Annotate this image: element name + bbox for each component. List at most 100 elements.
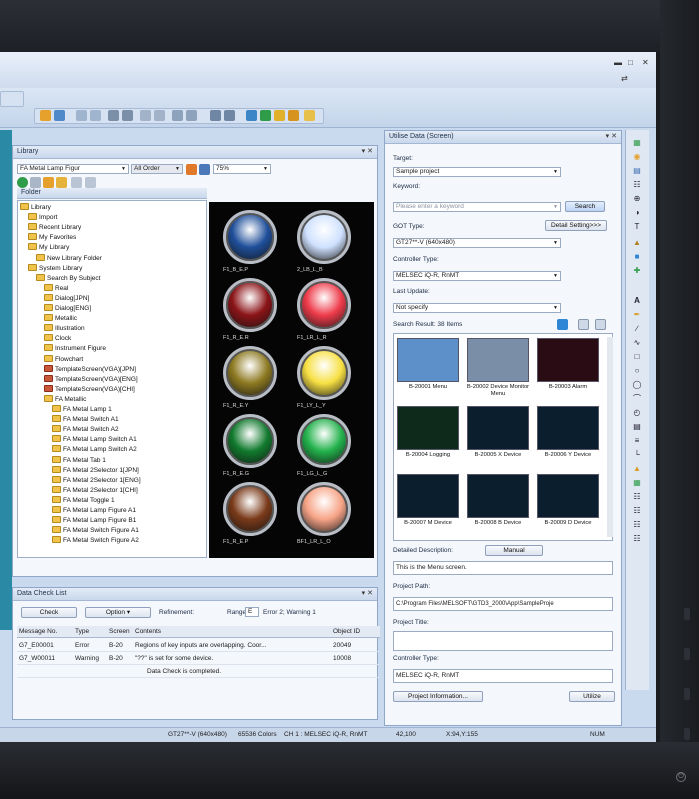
got-type-select[interactable]: GT27**-V (640x480) ▼ xyxy=(393,238,561,248)
screen-thumbnail[interactable] xyxy=(397,406,459,450)
lamp-figure[interactable] xyxy=(223,210,277,264)
tool-icon[interactable]: ☷ xyxy=(631,506,643,516)
copy-icon[interactable] xyxy=(54,110,65,121)
brush-tool-icon[interactable]: ✒ xyxy=(631,310,643,320)
lamp-figure[interactable] xyxy=(223,346,277,400)
run-icon[interactable] xyxy=(260,110,271,121)
arc-tool-icon[interactable]: ⌒ xyxy=(631,394,643,404)
tree-item[interactable]: FA Metal Tab 1 xyxy=(52,455,106,465)
zoom-select[interactable]: 75% ▼ xyxy=(213,164,271,174)
tree-item[interactable]: Library xyxy=(20,203,51,212)
tool-icon[interactable]: ▤ xyxy=(631,166,643,176)
lock-icon[interactable] xyxy=(288,110,299,121)
open-folder-icon[interactable] xyxy=(56,177,67,188)
sort-select[interactable]: All Order ▼ xyxy=(131,164,183,174)
close-icon[interactable]: ✕ xyxy=(642,58,649,67)
library-category-select[interactable]: FA Metal Lamp Figur ▼ xyxy=(17,164,129,174)
refresh-icon[interactable] xyxy=(30,177,41,188)
zoom-out-icon[interactable] xyxy=(595,319,606,330)
tool-icon[interactable]: T xyxy=(631,222,643,232)
tool-icon[interactable]: ☷ xyxy=(631,534,643,544)
tree-item[interactable]: My Library xyxy=(28,243,69,252)
polyline-tool-icon[interactable]: ∿ xyxy=(631,338,643,348)
detail-setting-button[interactable]: Detail Setting>>> xyxy=(545,220,607,231)
folder-tree[interactable]: Library Import Recent Library My Favorites M… xyxy=(17,200,207,558)
lamp-figure[interactable] xyxy=(223,414,277,468)
tree-item[interactable]: FA Metal Switch A1 xyxy=(52,415,119,424)
text-tool-icon[interactable]: A xyxy=(631,296,643,306)
check-button[interactable]: Check xyxy=(21,607,77,618)
option-button[interactable]: Option ▾ xyxy=(85,607,151,618)
layer-icon[interactable] xyxy=(224,110,235,121)
tool-icon[interactable]: ☷ xyxy=(631,180,643,190)
tree-item[interactable]: TemplateScreen(VGA)[JPN] xyxy=(44,364,136,374)
order-icon[interactable] xyxy=(140,110,151,121)
screen-thumbnail[interactable] xyxy=(467,474,529,518)
home-icon[interactable] xyxy=(557,319,568,330)
delete-icon[interactable] xyxy=(71,177,82,188)
table-row[interactable]: G7_W00011 Warning B-20 "??" is set for some… xyxy=(17,653,380,665)
maximize-icon[interactable]: □ xyxy=(628,58,633,67)
grid-icon[interactable] xyxy=(108,110,119,121)
paste-icon[interactable] xyxy=(90,110,101,121)
list-view-icon[interactable] xyxy=(199,164,210,175)
cut-icon[interactable] xyxy=(76,110,87,121)
close-panel-icon[interactable]: ▾ ✕ xyxy=(606,131,617,143)
large-icon-view-icon[interactable] xyxy=(186,164,197,175)
align-icon[interactable] xyxy=(122,110,133,121)
tree-item[interactable]: Dialog[ENG] xyxy=(44,304,91,313)
tree-item[interactable]: FA Metal 2Selector 1[CHI] xyxy=(52,485,138,495)
tree-item[interactable]: FA Metal Lamp Figure A1 xyxy=(52,506,136,515)
piping-tool-icon[interactable]: └ xyxy=(631,450,643,460)
close-panel-icon[interactable]: ▾ ✕ xyxy=(362,588,373,600)
tree-item[interactable]: FA Metal Lamp 1 xyxy=(52,405,112,414)
tree-item[interactable]: FA Metal 2Selector 1[ENG] xyxy=(52,475,141,485)
screen-thumbnail[interactable] xyxy=(537,474,599,518)
sector-tool-icon[interactable]: ◴ xyxy=(631,408,643,418)
lamp-figure[interactable] xyxy=(223,482,277,536)
tool-icon[interactable]: ⊕ xyxy=(631,194,643,204)
add-icon[interactable] xyxy=(17,177,28,188)
tool-icon[interactable]: ■ xyxy=(631,252,643,262)
close-panel-icon[interactable]: ▾ ✕ xyxy=(362,146,373,158)
tree-item[interactable]: Real xyxy=(44,283,68,293)
column-header[interactable]: Contents xyxy=(135,626,161,638)
tree-item[interactable]: TemplateScreen(VGA)[CHI] xyxy=(44,384,135,394)
table-row[interactable]: Data Check is completed. xyxy=(17,666,380,678)
controller-type-select[interactable]: MELSEC iQ-R, RnMT ▼ xyxy=(393,271,561,281)
screen-thumbnail[interactable] xyxy=(397,474,459,518)
tool-icon[interactable]: ▦ xyxy=(631,138,643,148)
cursor-icon[interactable] xyxy=(246,110,257,121)
project-information-button[interactable]: Project Information... xyxy=(393,691,483,702)
group-icon[interactable] xyxy=(154,110,165,121)
manual-button[interactable]: Manual xyxy=(485,545,543,556)
minimize-icon[interactable]: ▬ xyxy=(614,58,622,67)
properties-icon[interactable] xyxy=(85,177,96,188)
column-header[interactable]: Type xyxy=(75,626,89,638)
image-tool-icon[interactable]: ▦ xyxy=(631,478,643,488)
tool-icon[interactable]: ◑ xyxy=(631,208,643,218)
tree-item[interactable]: FA Metal Switch Figure A2 xyxy=(52,536,139,545)
tool-icon[interactable]: ☷ xyxy=(631,520,643,530)
tree-item[interactable]: Instrument Figure xyxy=(44,344,106,353)
rotate-icon[interactable] xyxy=(172,110,183,121)
tool-icon[interactable]: ▲ xyxy=(631,238,643,248)
tree-item[interactable]: FA Metal 2Selector 1[JPN] xyxy=(52,465,139,475)
tree-item[interactable]: Illustration xyxy=(44,324,85,333)
zoom-in-icon[interactable] xyxy=(578,319,589,330)
column-header[interactable]: Screen xyxy=(109,626,130,638)
scrollbar[interactable] xyxy=(607,337,613,537)
folder-icon[interactable] xyxy=(40,110,51,121)
tree-item[interactable]: Dialog[JPN] xyxy=(44,293,89,303)
lamp-figure[interactable] xyxy=(297,210,351,264)
tool-icon[interactable]: ◉ xyxy=(631,152,643,162)
tree-item[interactable]: Metallic xyxy=(44,314,77,323)
power-icon[interactable]: ⏻ xyxy=(676,772,686,782)
screen-thumbnail[interactable] xyxy=(397,338,459,382)
range-input[interactable]: E xyxy=(245,607,259,617)
tree-item[interactable]: System Library xyxy=(28,263,82,273)
restore-icon[interactable]: ⇄ xyxy=(621,74,628,83)
tree-item[interactable]: New Library Folder xyxy=(36,253,102,263)
column-header[interactable]: Object ID xyxy=(333,626,360,638)
screen-thumbnail[interactable] xyxy=(467,406,529,450)
